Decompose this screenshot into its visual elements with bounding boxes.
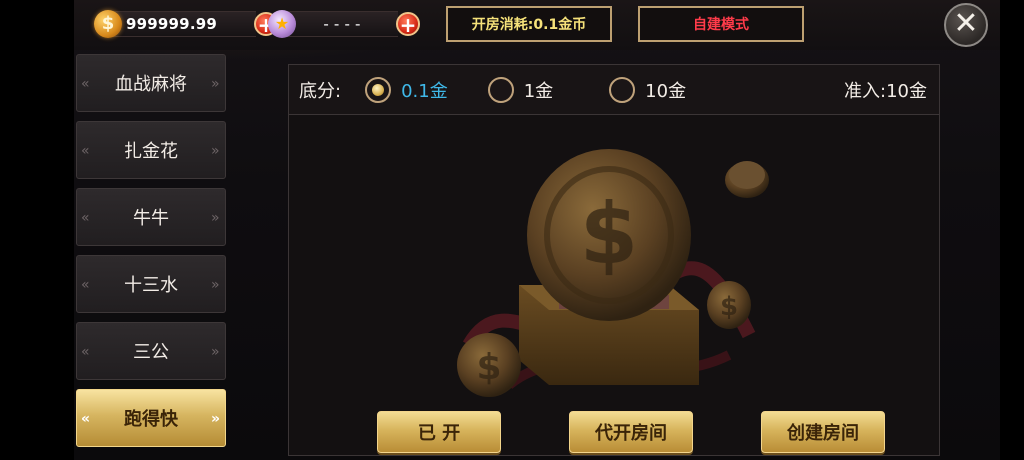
game-lobby: $ 999999.99 + ★ - - - - + 开房消耗:0.1金币 自建模… [74,0,1000,460]
arrow-right-icon: » [211,277,220,293]
menu-item-paodekuai[interactable]: « 跑得快 » [76,389,226,447]
menu-item-label: 十三水 [124,275,178,296]
arrow-left-icon: « [81,143,90,159]
top-bar: $ 999999.99 + ★ - - - - + 开房消耗:0.1金币 自建模… [74,0,1000,50]
menu-item-zhajinhua[interactable]: « 扎金花 » [76,121,226,179]
menu-item-sangong[interactable]: « 三公 » [76,322,226,380]
arrow-left-icon: « [81,76,90,92]
gold-amount: 999999.99 [126,15,217,33]
diamond-balance: ★ - - - - + [268,9,420,39]
arrow-left-icon: « [81,277,90,293]
option-label: 10金 [645,80,687,102]
svg-text:$: $ [580,185,638,283]
menu-item-label: 血战麻将 [115,74,187,95]
plus-icon: + [399,13,417,37]
create-room-button[interactable]: 创建房间 [761,411,885,453]
base-score-row: 底分: 0.1金 1金 10金 准入:10金 [289,65,939,115]
option-label: 1金 [523,80,554,102]
arrow-left-icon: « [81,411,91,427]
diamond-icon: ★ [268,10,296,38]
close-button[interactable]: ✕ [944,3,988,47]
menu-item-label: 跑得快 [124,409,178,430]
add-diamond-button[interactable]: + [396,12,420,36]
room-cost-label: 开房消耗:0.1金币 [446,6,612,42]
arrow-left-icon: « [81,344,90,360]
radio-icon [609,76,636,103]
menu-item-shisanshui[interactable]: « 十三水 » [76,255,226,313]
arrow-right-icon: » [211,143,220,159]
diamond-amount: - - - - [323,15,361,33]
option-label: 0.1金 [401,80,448,102]
option-0-1-gold[interactable]: 0.1金 [365,76,448,103]
arrow-left-icon: « [81,210,90,226]
menu-item-label: 扎金花 [124,141,178,162]
radio-icon [487,76,514,103]
room-settings-panel: 底分: 0.1金 1金 10金 准入:10金 $ $ $ 已 开 代开房间 创建… [288,64,940,456]
arrow-right-icon: » [211,411,221,427]
arrow-right-icon: » [211,210,220,226]
menu-item-label: 三公 [133,342,169,363]
menu-item-xuezhan-mahjong[interactable]: « 血战麻将 » [76,54,226,112]
opened-rooms-button[interactable]: 已 开 [377,411,501,453]
close-icon: ✕ [953,6,979,41]
arrow-right-icon: » [211,76,220,92]
arrow-right-icon: » [211,344,220,360]
menu-item-label: 牛牛 [133,208,169,229]
base-score-label: 底分: [299,80,342,102]
radio-selected-icon [365,76,392,103]
treasure-chest-illustration: $ $ $ [457,149,769,397]
option-10-gold[interactable]: 10金 [609,76,687,103]
gold-balance: $ 999999.99 + [94,9,278,39]
entry-requirement: 准入:10金 [844,80,927,102]
menu-item-niuniu[interactable]: « 牛牛 » [76,188,226,246]
gold-coin-icon: $ [94,10,122,38]
proxy-room-button[interactable]: 代开房间 [569,411,693,453]
custom-mode-label: 自建模式 [638,6,804,42]
svg-text:$: $ [720,292,738,322]
svg-text:$: $ [476,347,501,388]
option-1-gold[interactable]: 1金 [487,76,554,103]
